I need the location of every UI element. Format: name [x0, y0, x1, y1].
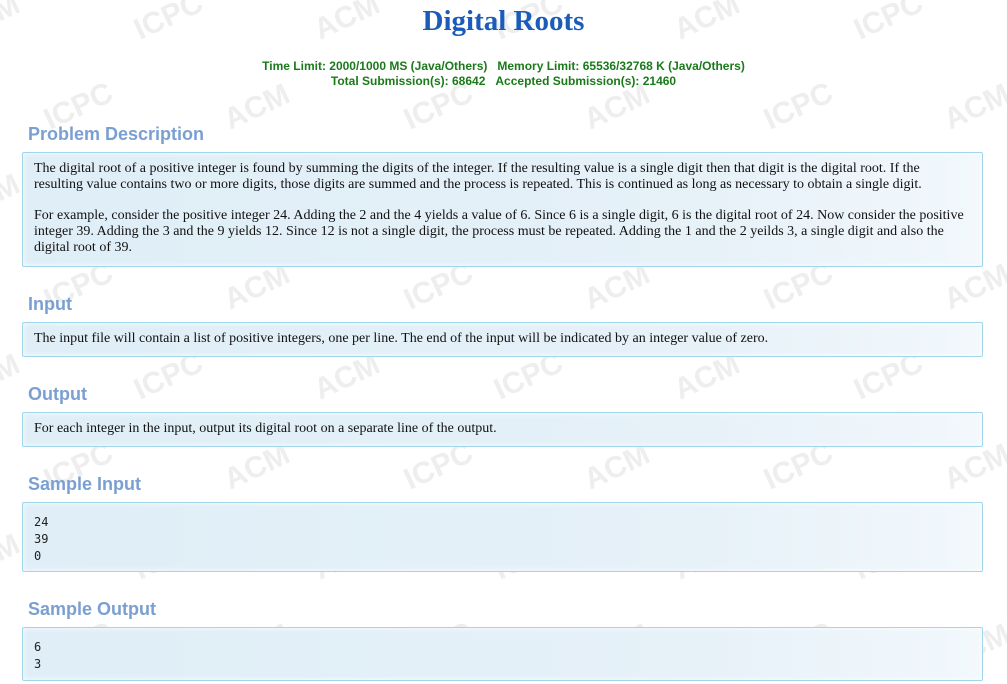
- time-limit: Time Limit: 2000/1000 MS (Java/Others): [262, 59, 488, 73]
- input-heading: Input: [28, 294, 72, 314]
- total-submissions: Total Submission(s): 68642: [330, 74, 486, 88]
- description-panel: The digital root of a positive integer i…: [22, 152, 983, 267]
- description-paragraph-2: For example, consider the positive integ…: [34, 208, 964, 255]
- description-paragraph-1: The digital root of a positive integer i…: [34, 161, 922, 192]
- output-panel: For each integer in the input, output it…: [22, 412, 983, 447]
- output-text: For each integer in the input, output it…: [34, 421, 497, 436]
- sample-input-code[interactable]: 24 39 0: [34, 514, 971, 565]
- input-text: The input file will contain a list of po…: [34, 331, 769, 346]
- sample-input-panel[interactable]: 24 39 0: [22, 502, 983, 572]
- problem-limits: Time Limit: 2000/1000 MS (Java/Others) Me…: [0, 59, 1007, 89]
- memory-limit: Memory Limit: 65536/32768 K (Java/Others…: [497, 59, 745, 73]
- accepted-submissions: Accepted Submission(s): 21460: [495, 74, 677, 88]
- limits-line-1: Time Limit: 2000/1000 MS (Java/Others) Me…: [0, 59, 1007, 74]
- input-panel: The input file will contain a list of po…: [22, 322, 983, 357]
- sample-output-code[interactable]: 6 3: [34, 639, 971, 673]
- sample-input-heading: Sample Input: [28, 474, 142, 494]
- description-heading: Problem Description: [28, 124, 205, 144]
- page-title: Digital Roots: [422, 5, 585, 37]
- output-heading: Output: [28, 384, 87, 404]
- sample-output-heading: Sample Output: [28, 599, 157, 619]
- problem-page: Digital Roots Time Limit: 2000/1000 MS (…: [0, 0, 1007, 684]
- limits-line-2: Total Submission(s): 68642 Accepted Submi…: [0, 74, 1007, 89]
- sample-output-panel[interactable]: 6 3: [22, 627, 983, 681]
